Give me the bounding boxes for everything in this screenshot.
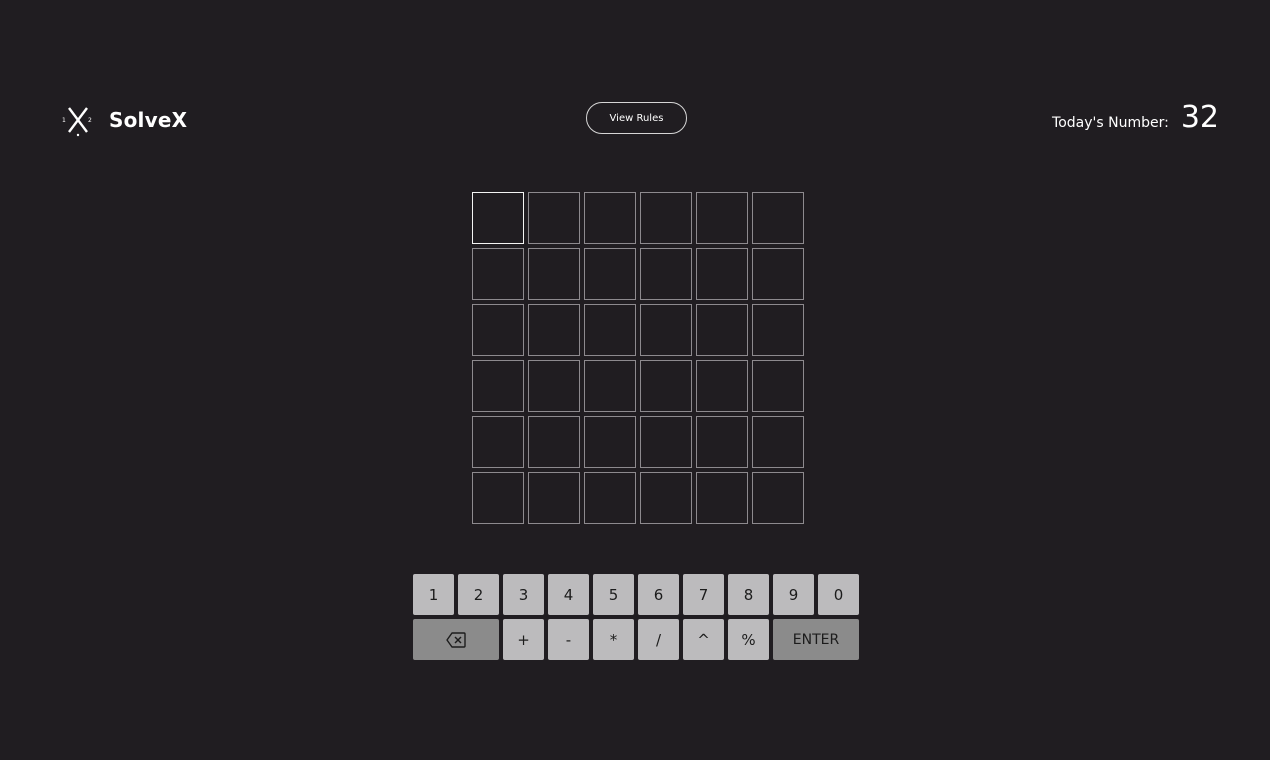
grid-cell[interactable] <box>640 192 692 244</box>
grid-cell[interactable] <box>640 416 692 468</box>
grid-cell[interactable] <box>528 248 580 300</box>
grid-cell[interactable] <box>472 360 524 412</box>
grid-cell[interactable] <box>528 304 580 356</box>
guess-grid <box>472 192 804 524</box>
key-minus[interactable]: - <box>548 619 589 660</box>
grid-cell[interactable] <box>584 248 636 300</box>
grid-cell[interactable] <box>640 248 692 300</box>
key-8[interactable]: 8 <box>728 574 769 615</box>
logo-superscript-2: 2 <box>88 117 92 124</box>
grid-cell[interactable] <box>752 472 804 524</box>
keyboard-row-operators: + - * / ^% ENTER <box>413 619 859 660</box>
grid-cell[interactable] <box>640 304 692 356</box>
brand-name: SolveX <box>109 108 188 132</box>
enter-key[interactable]: ENTER <box>773 619 859 660</box>
game-page: 1 2 SolveX View Rules Today's Number: 32… <box>0 0 1270 760</box>
grid-cell[interactable] <box>752 416 804 468</box>
grid-cell[interactable] <box>696 304 748 356</box>
key-5[interactable]: 5 <box>593 574 634 615</box>
grid-cell[interactable] <box>584 360 636 412</box>
key-3[interactable]: 3 <box>503 574 544 615</box>
grid-cell[interactable] <box>472 192 524 244</box>
backspace-key[interactable] <box>413 619 499 660</box>
view-rules-button[interactable]: View Rules <box>586 102 687 134</box>
grid-cell[interactable] <box>528 416 580 468</box>
keyboard-row-digits: 1234567890 <box>413 574 859 615</box>
grid-cell[interactable] <box>752 360 804 412</box>
key-6[interactable]: 6 <box>638 574 679 615</box>
grid-cell[interactable] <box>696 416 748 468</box>
grid-cell[interactable] <box>752 248 804 300</box>
grid-cell[interactable] <box>696 248 748 300</box>
grid-cell[interactable] <box>696 192 748 244</box>
grid-cell[interactable] <box>584 192 636 244</box>
grid-cell[interactable] <box>528 192 580 244</box>
key-7[interactable]: 7 <box>683 574 724 615</box>
key-plus[interactable]: + <box>503 619 544 660</box>
grid-cell[interactable] <box>472 248 524 300</box>
key-9[interactable]: 9 <box>773 574 814 615</box>
grid-cell[interactable] <box>472 416 524 468</box>
grid-cell[interactable] <box>528 360 580 412</box>
key-divide[interactable]: / <box>638 619 679 660</box>
grid-cell[interactable] <box>584 416 636 468</box>
key-1[interactable]: 1 <box>413 574 454 615</box>
key-power[interactable]: ^ <box>683 619 724 660</box>
grid-cell[interactable] <box>752 304 804 356</box>
grid-cell[interactable] <box>640 472 692 524</box>
solvex-logo-icon: 1 2 <box>62 107 92 137</box>
key-0[interactable]: 0 <box>818 574 859 615</box>
grid-cell[interactable] <box>696 360 748 412</box>
key-percent[interactable]: % <box>728 619 769 660</box>
grid-cell[interactable] <box>584 472 636 524</box>
todays-number-label: Today's Number: <box>1052 115 1169 131</box>
todays-number: Today's Number: 32 <box>1052 100 1219 135</box>
backspace-icon <box>446 631 466 648</box>
grid-cell[interactable] <box>584 304 636 356</box>
logo-superscript-1: 1 <box>62 117 66 124</box>
key-4[interactable]: 4 <box>548 574 589 615</box>
grid-cell[interactable] <box>640 360 692 412</box>
grid-cell[interactable] <box>696 472 748 524</box>
grid-cell[interactable] <box>528 472 580 524</box>
key-multiply[interactable]: * <box>593 619 634 660</box>
grid-cell[interactable] <box>472 304 524 356</box>
key-2[interactable]: 2 <box>458 574 499 615</box>
todays-number-value: 32 <box>1180 100 1219 135</box>
grid-cell[interactable] <box>752 192 804 244</box>
keyboard: 1234567890 + - * / ^% ENTER <box>413 574 859 664</box>
grid-cell[interactable] <box>472 472 524 524</box>
